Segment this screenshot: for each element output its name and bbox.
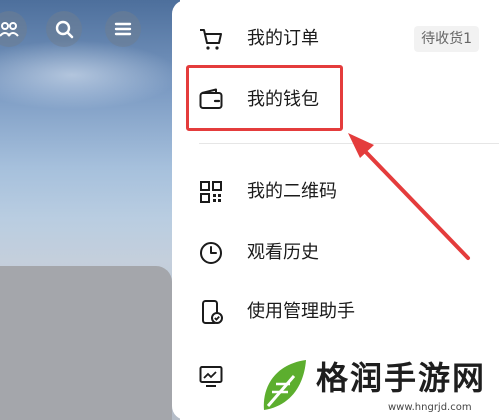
menu-item-label: 观看历史 — [247, 242, 319, 263]
menu-item-label: 我的二维码 — [247, 181, 337, 202]
monitor-icon — [199, 366, 223, 387]
search-icon[interactable] — [46, 11, 82, 47]
menu-item-history[interactable]: 观看历史 — [172, 228, 499, 278]
menu-item-label: 使用管理助手 — [247, 301, 355, 322]
menu-divider — [199, 143, 499, 144]
qrcode-icon — [200, 181, 222, 203]
menu-icon[interactable] — [105, 11, 141, 47]
menu-item-qrcode[interactable]: 我的二维码 — [172, 167, 499, 217]
cart-icon — [200, 29, 222, 50]
menu-item-usage-assistant[interactable]: 使用管理助手 — [172, 287, 499, 337]
watermark-url: www.hngrjd.com — [388, 402, 472, 413]
menu-item-orders[interactable]: 我的订单 待收货1 — [172, 14, 499, 64]
background-sheet — [0, 266, 172, 420]
menu-item-label: 我的订单 — [247, 28, 319, 49]
background-profile-panel — [0, 0, 180, 420]
clock-icon — [200, 242, 222, 264]
phone-check-icon — [202, 300, 223, 324]
highlight-box — [186, 65, 343, 131]
watermark: 格润手游网 www.hngrjd.com — [248, 352, 499, 420]
order-status-badge: 待收货1 — [414, 26, 479, 52]
background-haze — [0, 40, 180, 110]
leaf-logo-icon — [263, 360, 306, 410]
watermark-text: 格润手游网 — [316, 359, 487, 397]
